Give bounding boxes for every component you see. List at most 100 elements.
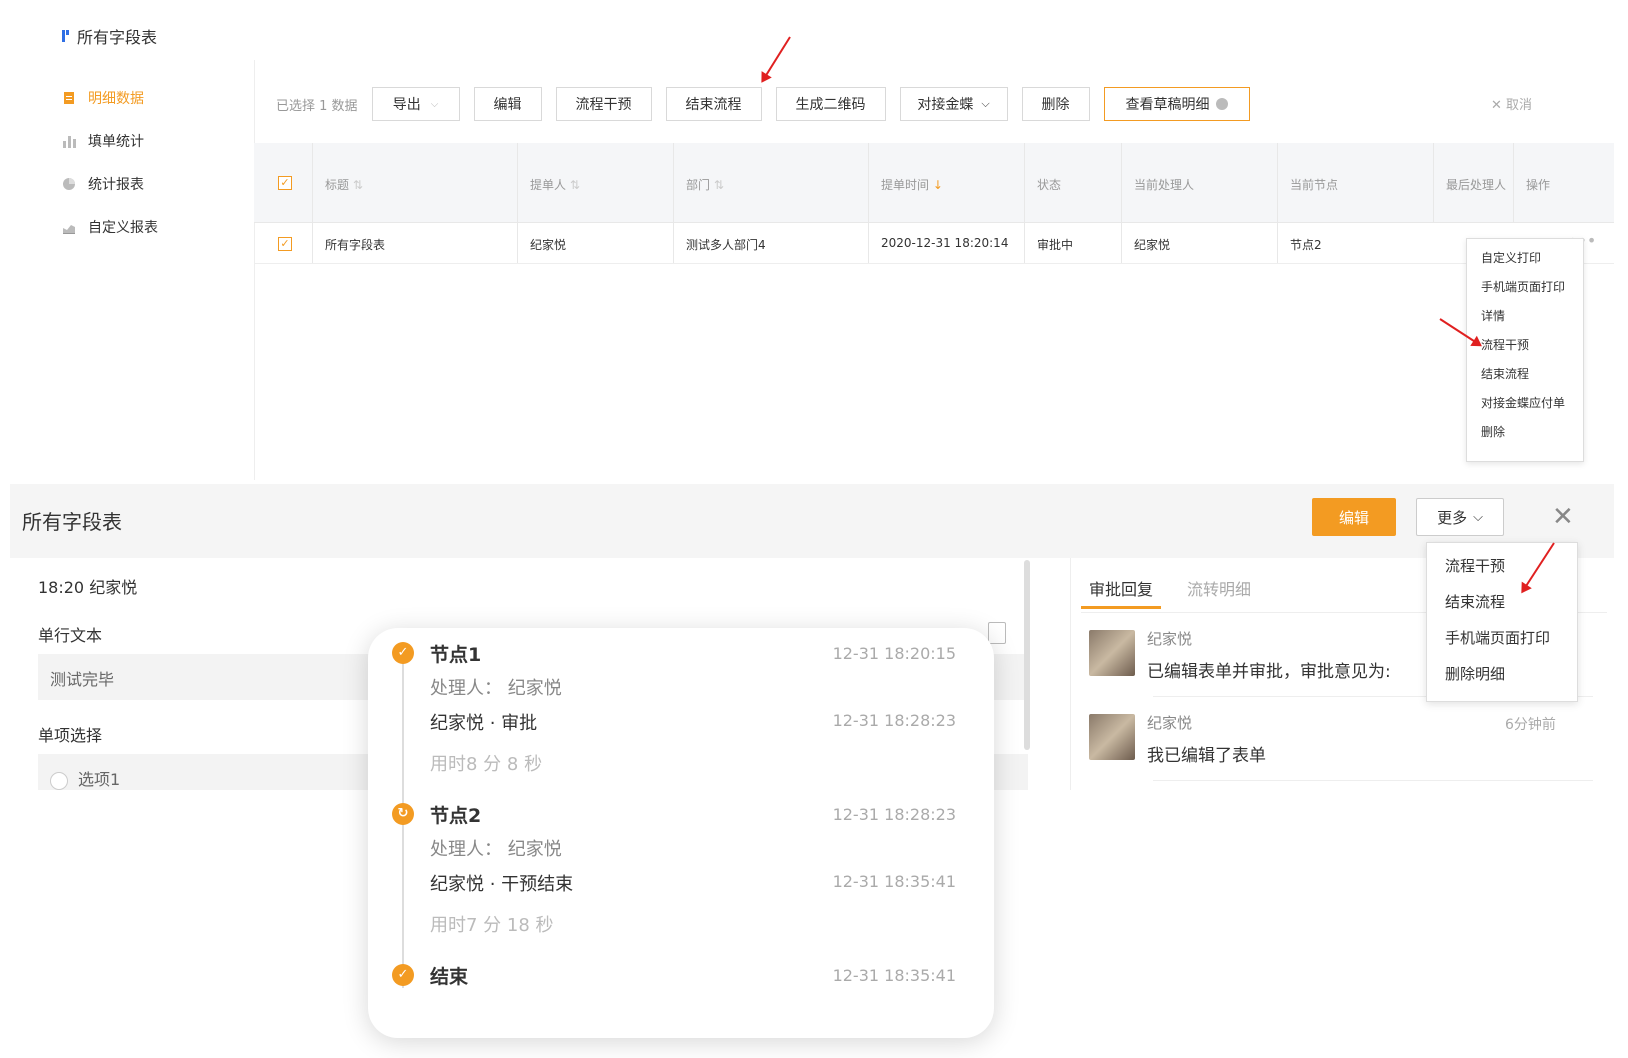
sort-icon: ⇅	[710, 178, 724, 192]
timeline-node-name: 节点2	[430, 805, 482, 827]
logo-icon	[62, 30, 69, 42]
timeline-action-time: 12-31 18:28:23	[832, 711, 956, 730]
selected-count: 已选择 1 数据	[276, 98, 358, 114]
avatar	[1089, 714, 1135, 760]
menu-item-flow-intervene[interactable]: 流程干预	[1445, 555, 1505, 576]
sidebar-item-stat-report[interactable]: 统计报表	[62, 174, 144, 194]
end-flow-button[interactable]: 结束流程	[665, 87, 762, 121]
tab-approval-reply[interactable]: 审批回复	[1080, 576, 1162, 609]
flow-intervene-button[interactable]: 流程干预	[555, 87, 652, 121]
view-draft-button[interactable]: 查看草稿明细	[1103, 87, 1250, 121]
col-actions: 操作	[1526, 178, 1551, 192]
in-progress-icon: ↻	[392, 803, 414, 825]
area-chart-icon	[63, 225, 75, 234]
timeline-action: 纪家悦 · 干预结束	[430, 874, 574, 895]
col-submitter[interactable]: 提单人 ⇅	[530, 176, 580, 193]
document-icon[interactable]	[988, 622, 1006, 644]
timeline-handler: 处理人： 纪家悦	[430, 678, 562, 699]
sort-icon: ⇅	[566, 178, 580, 192]
chevron-down-icon: ⌵	[981, 97, 990, 110]
menu-item-end-flow[interactable]: 结束流程	[1481, 365, 1529, 382]
sort-icon: ⇅	[349, 178, 363, 192]
menu-item-delete[interactable]: 删除	[1481, 423, 1505, 440]
edit-button[interactable]: 编辑	[473, 87, 542, 121]
check-icon: ✓	[392, 642, 414, 664]
doc-icon	[64, 92, 74, 104]
row-action-menu: 自定义打印 手机端页面打印 详情 流程干预 结束流程 对接金蝶应付单 删除	[1466, 238, 1584, 462]
col-node: 当前节点	[1290, 178, 1339, 192]
timeline-node-time: 12-31 18:28:23	[832, 805, 956, 824]
col-handler: 当前处理人	[1134, 178, 1195, 192]
menu-item-mobile-print[interactable]: 手机端页面打印	[1445, 627, 1550, 648]
timeline-node-name: 结束	[430, 966, 469, 988]
row-node: 节点2	[1290, 238, 1322, 252]
col-title[interactable]: 标题 ⇅	[325, 176, 363, 193]
close-icon: ✕	[1490, 98, 1506, 113]
col-time[interactable]: 提单时间 ↓	[881, 176, 943, 193]
cancel-selection[interactable]: ✕ 取消	[1491, 94, 1532, 113]
row-dept: 测试多人部门4	[686, 238, 766, 252]
row-handler: 纪家悦	[1134, 238, 1171, 252]
timeline-duration: 用时7 分 18 秒	[430, 915, 554, 936]
row-status: 审批中	[1037, 238, 1074, 252]
table-header: ✓ 标题 ⇅ 提单人 ⇅ 部门 ⇅ 提单时间 ↓ 状态 当前处理人 当前节点 最…	[254, 143, 1614, 223]
scrollbar[interactable]	[1024, 560, 1030, 750]
help-icon	[1215, 98, 1228, 110]
timeline-node-time: 12-31 18:35:41	[832, 966, 956, 985]
detail-edit-button[interactable]: 编辑	[1312, 498, 1396, 536]
row-submitter: 纪家悦	[530, 238, 567, 252]
row-checkbox[interactable]: ✓	[278, 237, 292, 251]
close-icon[interactable]: ✕	[1552, 502, 1574, 532]
more-menu: 流程干预 结束流程 手机端页面打印 删除明细	[1426, 542, 1578, 702]
timeline-action: 纪家悦 · 审批	[430, 713, 538, 734]
row-time: 2020-12-31 18:20:14	[881, 236, 1009, 250]
app-title: 所有字段表	[62, 24, 157, 48]
comment-author: 纪家悦	[1147, 714, 1193, 732]
toolbar: 已选择 1 数据 导出 ⌵ 编辑 流程干预 结束流程 生成二维码 对接金蝶 ⌵ 删除…	[254, 84, 1264, 124]
detail-more-button[interactable]: 更多 ⌵	[1416, 498, 1504, 536]
sidebar-item-fill-stats[interactable]: 填单统计	[62, 131, 144, 151]
export-button[interactable]: 导出 ⌵	[371, 87, 460, 121]
comment-text: 已编辑表单并审批，审批意见为:	[1147, 662, 1391, 682]
comment-time: 6分钟前	[1505, 717, 1556, 733]
menu-item-mobile-print[interactable]: 手机端页面打印	[1481, 278, 1565, 295]
chevron-down-icon: ⌵	[430, 98, 439, 110]
detail-title: 所有字段表	[22, 510, 122, 534]
field-label-radio: 单项选择	[38, 726, 103, 745]
sort-desc-icon: ↓	[929, 178, 943, 192]
tab-flow-detail[interactable]: 流转明细	[1187, 576, 1251, 600]
sidebar-item-custom-report[interactable]: 自定义报表	[62, 217, 158, 237]
sidebar-item-detail-data[interactable]: 明细数据	[62, 88, 144, 108]
comment-author: 纪家悦	[1147, 630, 1193, 648]
menu-item-custom-print[interactable]: 自定义打印	[1481, 249, 1541, 266]
col-last-handler: 最后处理人	[1446, 178, 1507, 192]
timeline-node-time: 12-31 18:20:15	[832, 644, 956, 663]
bar-chart-icon	[63, 136, 76, 148]
timeline-node-name: 节点1	[430, 644, 482, 666]
pie-chart-icon	[63, 178, 75, 190]
comment-text: 我已编辑了表单	[1147, 746, 1266, 766]
field-label-text: 单行文本	[38, 626, 103, 645]
check-icon: ✓	[392, 964, 414, 986]
menu-item-details[interactable]: 详情	[1481, 307, 1505, 324]
radio-icon[interactable]	[50, 771, 68, 790]
menu-item-flow-intervene[interactable]: 流程干预	[1481, 336, 1529, 353]
menu-item-delete-detail[interactable]: 删除明细	[1445, 663, 1505, 684]
row-title: 所有字段表	[325, 238, 386, 252]
col-dept[interactable]: 部门 ⇅	[686, 176, 724, 193]
delete-button[interactable]: 删除	[1021, 87, 1090, 121]
timeline-duration: 用时8 分 8 秒	[430, 754, 543, 775]
list-view: 所有字段表 明细数据 填单统计 统计报表 自定义报表 已选择 1 数据 导出 ⌵ …	[0, 0, 1628, 490]
timeline-handler: 处理人： 纪家悦	[430, 839, 562, 860]
menu-item-end-flow[interactable]: 结束流程	[1445, 591, 1505, 612]
avatar	[1089, 630, 1135, 676]
qrcode-button[interactable]: 生成二维码	[775, 87, 886, 121]
menu-item-kingdee-payable[interactable]: 对接金蝶应付单	[1481, 394, 1565, 411]
select-all-checkbox[interactable]: ✓	[278, 176, 292, 190]
col-status: 状态	[1037, 178, 1062, 192]
kingdee-button[interactable]: 对接金蝶 ⌵	[899, 87, 1008, 121]
flow-timeline-card: ✓ 节点1 12-31 18:20:15 处理人： 纪家悦 纪家悦 · 审批 1…	[368, 628, 994, 1038]
chevron-down-icon: ⌵	[1473, 509, 1483, 525]
table-row[interactable]: ✓ 所有字段表 纪家悦 测试多人部门4 2020-12-31 18:20:14 …	[254, 223, 1614, 264]
form-meta: 18:20 纪家悦	[38, 578, 138, 597]
